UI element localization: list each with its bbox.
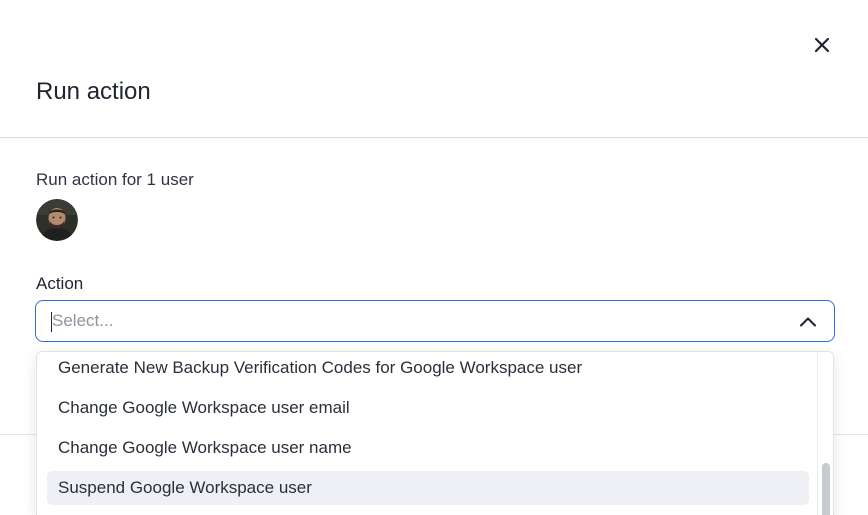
close-button[interactable]	[808, 31, 836, 59]
run-action-modal: Run action Run action for 1 user Action	[0, 0, 868, 515]
option-generate-backup-codes[interactable]: Generate New Backup Verification Codes f…	[47, 352, 809, 385]
dropdown-scrollbar[interactable]	[817, 352, 833, 515]
action-options-menu: Generate New Backup Verification Codes f…	[36, 351, 834, 515]
user-avatar	[36, 199, 78, 241]
text-cursor	[51, 312, 52, 332]
action-field-label: Action	[36, 274, 84, 293]
action-select[interactable]	[35, 300, 835, 342]
chevron-up-icon[interactable]	[798, 312, 818, 332]
option-suspend-user[interactable]: Suspend Google Workspace user	[47, 471, 809, 505]
header-divider	[0, 137, 868, 138]
dropdown-scrollbar-thumb[interactable]	[822, 463, 830, 515]
modal-title: Run action	[36, 78, 151, 105]
run-for-label: Run action for 1 user	[36, 170, 194, 189]
option-change-name[interactable]: Change Google Workspace user name	[47, 431, 809, 465]
close-icon	[814, 37, 830, 53]
user-avatar-icon	[36, 199, 78, 241]
action-select-input[interactable]	[52, 307, 752, 335]
option-change-email[interactable]: Change Google Workspace user email	[47, 391, 809, 425]
